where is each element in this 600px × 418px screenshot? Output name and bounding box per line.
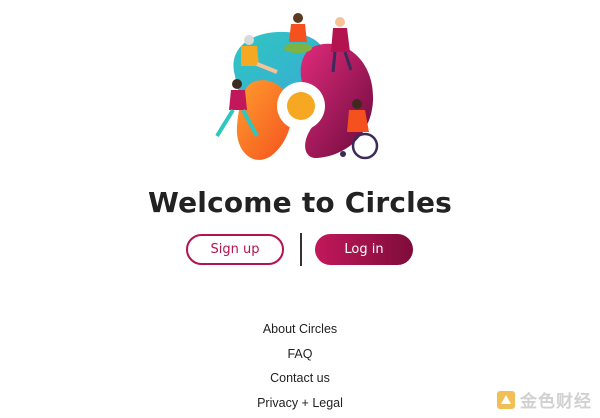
hero-illustration [205, 6, 395, 166]
watermark-logo-icon [497, 390, 515, 409]
watermark: 金色财经 [496, 387, 592, 412]
login-button[interactable]: Log in [315, 234, 413, 265]
watermark-text: 金色财经 [520, 392, 592, 412]
footer-link-about[interactable]: About Circles [0, 320, 600, 345]
button-divider [300, 233, 302, 266]
page-title: Welcome to Circles [148, 186, 452, 219]
footer-link-faq[interactable]: FAQ [0, 345, 600, 370]
signup-button[interactable]: Sign up [186, 234, 284, 265]
